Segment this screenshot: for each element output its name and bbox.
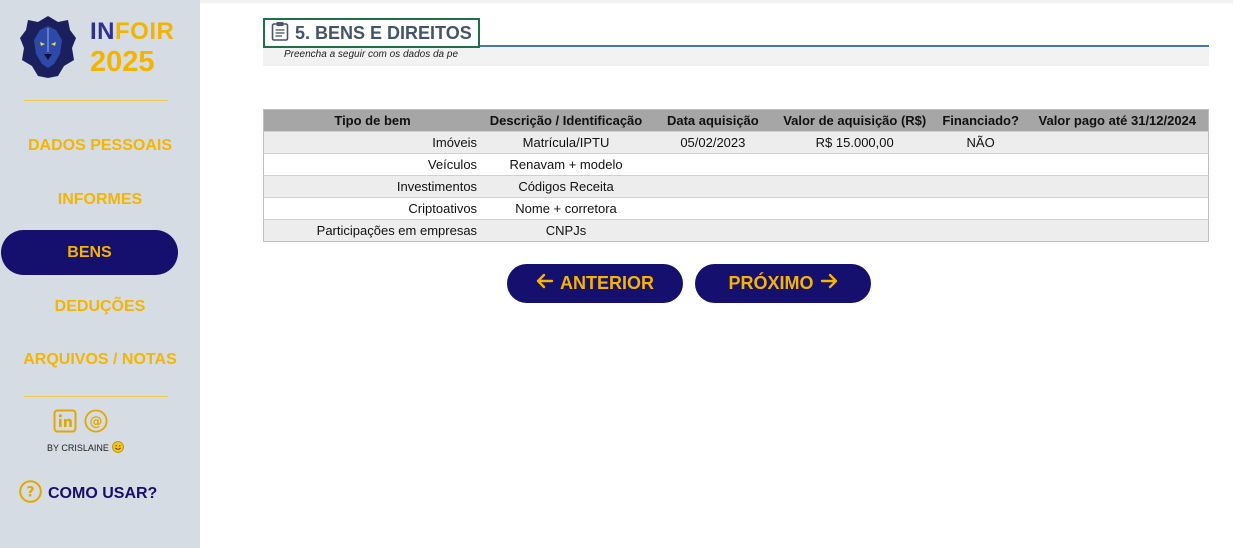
cell-financed[interactable] xyxy=(934,175,1027,198)
next-button[interactable]: PRÓXIMO xyxy=(695,264,871,303)
cell-amount-paid[interactable] xyxy=(1026,153,1209,176)
title-underline xyxy=(480,45,1209,47)
page-title: 5. BENS E DIREITOS xyxy=(295,22,472,43)
brand-name-suffix: FOIR xyxy=(115,18,175,45)
sidebar-item-deducoes[interactable]: DEDUÇÕES xyxy=(0,298,200,316)
cell-amount-paid[interactable] xyxy=(1026,131,1209,154)
help-link[interactable]: ? COMO USAR? xyxy=(19,480,157,507)
cell-acquisition-value[interactable] xyxy=(774,219,935,242)
cell-financed[interactable] xyxy=(934,153,1027,176)
social-links: @ xyxy=(53,409,108,433)
cell-financed[interactable] xyxy=(934,219,1027,242)
clipboard-icon xyxy=(271,21,289,45)
cell-amount-paid[interactable] xyxy=(1026,219,1209,242)
brand-name: INFOIR xyxy=(90,20,174,44)
brand: INFOIR 2025 xyxy=(90,20,174,77)
table-header-row: Tipo de bem Descrição / Identificação Da… xyxy=(263,109,1209,132)
smiley-icon xyxy=(111,441,124,455)
cell-asset-type[interactable]: Criptoativos xyxy=(263,197,482,220)
table-row: Imóveis Matrícula/IPTU 05/02/2023 R$ 15.… xyxy=(263,131,1209,154)
cell-acquisition-value[interactable] xyxy=(774,153,935,176)
cell-asset-type[interactable]: Veículos xyxy=(263,153,482,176)
page-subtitle: Preencha a seguir com os dados da pe xyxy=(284,49,458,60)
question-circle-icon: ? xyxy=(19,480,42,507)
brand-year: 2025 xyxy=(90,46,155,78)
column-header: Tipo de bem xyxy=(263,109,482,132)
cell-amount-paid[interactable] xyxy=(1026,175,1209,198)
cell-asset-type[interactable]: Imóveis xyxy=(263,131,482,154)
linkedin-icon[interactable] xyxy=(53,409,77,433)
table-row: Participações em empresas CNPJs xyxy=(263,219,1209,242)
help-label: COMO USAR? xyxy=(48,484,158,502)
lion-head-icon xyxy=(18,14,78,80)
divider-bottom xyxy=(24,396,168,397)
svg-text:@: @ xyxy=(90,415,103,430)
cell-acquisition-date[interactable] xyxy=(650,153,775,176)
cell-description[interactable]: CNPJs xyxy=(481,219,651,242)
table-row: Veículos Renavam + modelo xyxy=(263,153,1209,176)
sidebar-item-arquivos-notas[interactable]: ARQUIVOS / NOTAS xyxy=(0,351,200,369)
cell-asset-type[interactable]: Investimentos xyxy=(263,175,482,198)
divider-top xyxy=(24,100,168,101)
table-row: Criptoativos Nome + corretora xyxy=(263,197,1209,220)
sidebar-item-informes[interactable]: INFORMES xyxy=(0,191,200,209)
table-row: Investimentos Códigos Receita xyxy=(263,175,1209,198)
previous-label: ANTERIOR xyxy=(560,273,654,293)
top-border xyxy=(200,0,1233,3)
cell-acquisition-date[interactable]: 05/02/2023 xyxy=(650,131,775,154)
arrow-right-icon xyxy=(820,273,838,294)
svg-text:?: ? xyxy=(26,485,34,501)
byline-text: BY CRISLAINE xyxy=(47,443,109,453)
previous-button[interactable]: ANTERIOR xyxy=(507,264,683,303)
at-sign-icon[interactable]: @ xyxy=(84,409,108,433)
cell-acquisition-value[interactable] xyxy=(774,197,935,220)
column-header: Valor pago até 31/12/2024 xyxy=(1026,109,1209,132)
sidebar-item-bens[interactable]: BENS xyxy=(1,230,178,275)
column-header: Financiado? xyxy=(934,109,1027,132)
cell-acquisition-date[interactable] xyxy=(650,175,775,198)
sidebar-item-dados-pessoais[interactable]: DADOS PESSOAIS xyxy=(0,137,200,155)
cell-acquisition-value[interactable] xyxy=(774,175,935,198)
cell-amount-paid[interactable] xyxy=(1026,197,1209,220)
cell-acquisition-date[interactable] xyxy=(650,197,775,220)
next-label: PRÓXIMO xyxy=(728,273,814,293)
brand-name-prefix: IN xyxy=(90,18,115,45)
cell-financed[interactable] xyxy=(934,197,1027,220)
column-header: Descrição / Identificação xyxy=(481,109,651,132)
section-title-box: 5. BENS E DIREITOS xyxy=(263,18,480,48)
column-header: Valor de aquisição (R$) xyxy=(774,109,935,132)
cell-financed[interactable]: NÃO xyxy=(934,131,1027,154)
cell-acquisition-date[interactable] xyxy=(650,219,775,242)
cell-description[interactable]: Nome + corretora xyxy=(481,197,651,220)
cell-description[interactable]: Renavam + modelo xyxy=(481,153,651,176)
arrow-left-icon xyxy=(536,273,554,294)
cell-description[interactable]: Códigos Receita xyxy=(481,175,651,198)
sidebar: INFOIR 2025 DADOS PESSOAIS INFORMES BENS… xyxy=(0,0,200,548)
cell-description[interactable]: Matrícula/IPTU xyxy=(481,131,651,154)
column-header: Data aquisição xyxy=(650,109,775,132)
app-window: INFOIR 2025 DADOS PESSOAIS INFORMES BENS… xyxy=(0,0,1233,548)
cell-asset-type[interactable]: Participações em empresas xyxy=(263,219,482,242)
assets-table: Tipo de bem Descrição / Identificação Da… xyxy=(263,109,1209,242)
cell-acquisition-value[interactable]: R$ 15.000,00 xyxy=(774,131,935,154)
byline: BY CRISLAINE xyxy=(47,441,124,455)
